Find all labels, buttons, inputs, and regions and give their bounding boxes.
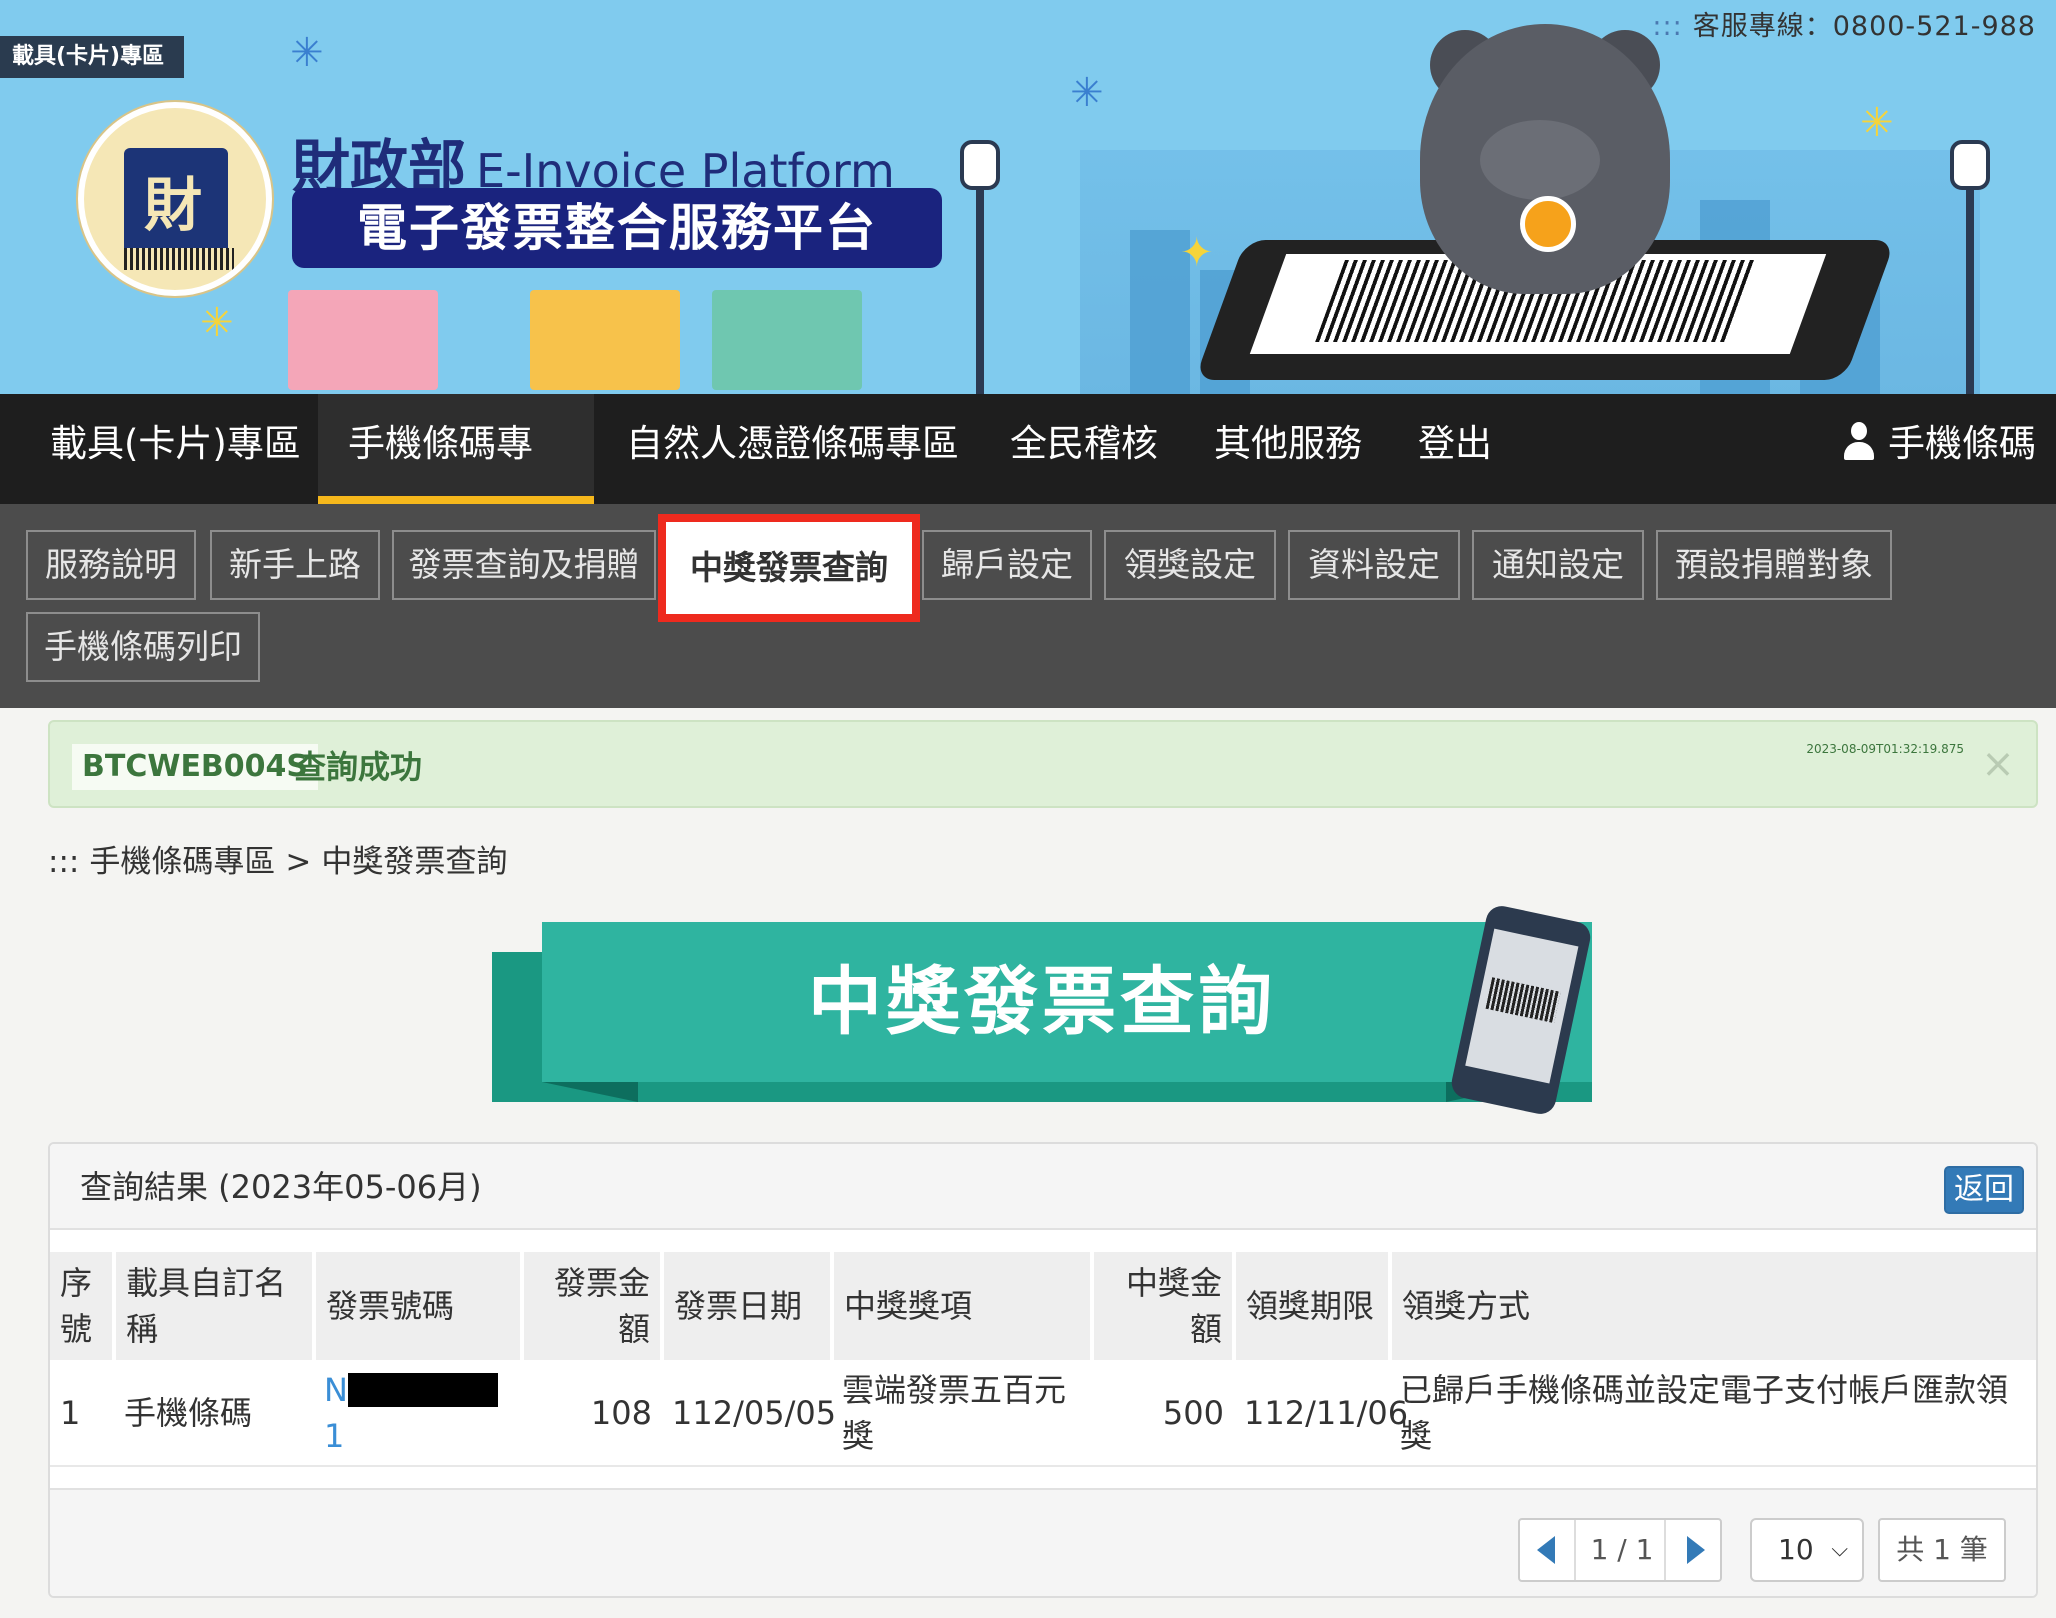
- user-icon: [1842, 422, 1876, 460]
- firework-icon: ✳: [200, 300, 234, 346]
- result-panel: 查詢結果 (2023年05-06月) 返回 序號 載具自訂名稱 發票號碼 發票金…: [48, 1142, 2038, 1598]
- carrier-zone-tag[interactable]: 載具(卡片)專區: [0, 36, 184, 78]
- nav-audit[interactable]: 全民稽核: [980, 394, 1188, 504]
- tab-getting-started[interactable]: 新手上路: [210, 530, 380, 600]
- page-size-select[interactable]: 10 ⌵: [1750, 1518, 1864, 1582]
- total-count: 共 1 筆: [1878, 1518, 2006, 1582]
- cell-deadline: 112/11/06: [1234, 1360, 1408, 1467]
- alert-timestamp: 2023-08-09T01:32:19.875: [1806, 742, 1964, 756]
- alert-message: 查詢成功: [294, 748, 423, 786]
- prev-page-icon[interactable]: [1520, 1520, 1576, 1580]
- nav-citizen-cert[interactable]: 自然人憑證條碼專區: [596, 394, 989, 504]
- table-row: 1 手機條碼 N1 108 112/05/05 雲端發票五百元獎 500 112…: [50, 1360, 2036, 1467]
- street-lamp-head: [960, 140, 1000, 190]
- breadcrumb-current: 中獎發票查詢: [321, 844, 508, 880]
- user-label: 手機條碼: [1888, 422, 2036, 465]
- table-header-row: 序號 載具自訂名稱 發票號碼 發票金額 發票日期 中獎獎項 中獎金額 領獎期限 …: [50, 1252, 2036, 1360]
- firework-icon: ✦: [1180, 230, 1214, 276]
- cell-invoice-date: 112/05/05: [662, 1360, 836, 1467]
- col-invoice-amount: 發票金額: [522, 1252, 664, 1360]
- nav-mobile-barcode[interactable]: 手機條碼專區: [318, 394, 594, 565]
- tab-data-settings[interactable]: 資料設定: [1288, 530, 1460, 600]
- ministry-logo[interactable]: 財: [78, 102, 272, 296]
- bear-face: [1480, 120, 1600, 200]
- hotline: ::: 客服專線：0800-521-988: [1652, 4, 2036, 43]
- col-deadline: 領獎期限: [1234, 1252, 1392, 1360]
- ribbon-fold: [542, 1082, 638, 1102]
- col-prize: 中獎獎項: [832, 1252, 1094, 1360]
- logo-barcode: [124, 248, 234, 270]
- breadcrumb-separator: >: [285, 844, 312, 880]
- firework-icon: ✳: [1860, 100, 1894, 146]
- header-banner: ✳ ✳ ✳ ✳ ✦ 載具(卡片)專區 ::: 客服專線：0800-521-988 …: [0, 0, 2056, 394]
- page-size-value: 10: [1778, 1533, 1814, 1566]
- col-seq: 序號: [50, 1252, 116, 1360]
- user-menu[interactable]: 手機條碼: [1842, 394, 2036, 494]
- hotline-prefix: :::: [1652, 11, 1683, 42]
- street-lamp-head: [1950, 140, 1990, 190]
- page-title: 中獎發票查詢: [808, 959, 1276, 1045]
- result-table: 序號 載具自訂名稱 發票號碼 發票金額 發票日期 中獎獎項 中獎金額 領獎期限 …: [50, 1252, 2036, 1467]
- tab-notify-settings[interactable]: 通知設定: [1472, 530, 1644, 600]
- breadcrumb-parent[interactable]: 手機條碼專區: [89, 844, 275, 880]
- tab-prize-settings[interactable]: 領獎設定: [1104, 530, 1276, 600]
- invoice-link-suffix[interactable]: 1: [324, 1417, 344, 1455]
- medal-icon: [1520, 196, 1576, 252]
- cell-prize: 雲端發票五百元獎: [832, 1360, 1092, 1467]
- cell-invoice-amount: 108: [522, 1360, 662, 1467]
- panel-header: 查詢結果 (2023年05-06月) 返回: [50, 1144, 2036, 1230]
- breadcrumb: ::: 手機條碼專區 > 中獎發票查詢: [48, 836, 517, 881]
- cell-invoice-number[interactable]: N1: [314, 1360, 522, 1467]
- shop-green: [712, 290, 862, 390]
- hotline-text: 客服專線：0800-521-988: [1692, 11, 2036, 42]
- success-alert: BTCWEB004S 查詢成功 2023-08-09T01:32:19.875 …: [48, 720, 2038, 808]
- tab-default-donee[interactable]: 預設捐贈對象: [1656, 530, 1892, 600]
- main-nav: 載具(卡片)專區 手機條碼專區 自然人憑證條碼專區 全民稽核 其他服務 登出 手…: [0, 394, 2056, 565]
- redacted-block: [347, 1372, 498, 1407]
- chevron-down-icon: ⌵: [1831, 1537, 1848, 1562]
- result-title: 查詢結果 (2023年05-06月): [80, 1168, 482, 1206]
- firework-icon: ✳: [1070, 70, 1104, 116]
- breadcrumb-prefix: :::: [48, 844, 80, 880]
- site-subtitle: 電子發票整合服務平台: [292, 188, 942, 268]
- logo-char: 財: [144, 171, 203, 239]
- col-invoice-number: 發票號碼: [314, 1252, 524, 1360]
- cell-carrier-name: 手機條碼: [114, 1360, 314, 1467]
- col-carrier-name: 載具自訂名稱: [114, 1252, 316, 1360]
- tab-winning-invoice-query[interactable]: 中獎發票查詢: [658, 514, 920, 622]
- nav-carrier-card[interactable]: 載具(卡片)專區: [20, 394, 331, 504]
- col-claim-method: 領獎方式: [1390, 1252, 2036, 1360]
- nav-logout[interactable]: 登出: [1388, 394, 1522, 504]
- tab-account-binding[interactable]: 歸戶設定: [922, 530, 1092, 600]
- sub-nav: 服務說明 新手上路 發票查詢及捐贈 中獎發票查詢 歸戶設定 領獎設定 資料設定 …: [0, 504, 2056, 708]
- tab-service-intro[interactable]: 服務說明: [26, 530, 196, 600]
- cell-seq: 1: [50, 1360, 114, 1467]
- shop-yellow: [530, 290, 680, 390]
- cell-claim-method: 已歸戶手機條碼並設定電子支付帳戶匯款領獎: [1390, 1360, 2036, 1467]
- back-button[interactable]: 返回: [1944, 1166, 2024, 1214]
- next-page-icon[interactable]: [1664, 1520, 1720, 1580]
- col-prize-amount: 中獎金額: [1092, 1252, 1236, 1360]
- tab-barcode-print[interactable]: 手機條碼列印: [26, 612, 260, 682]
- tab-invoice-query-donate[interactable]: 發票查詢及捐贈: [392, 530, 656, 600]
- pagination: 1 / 1: [1518, 1518, 1722, 1582]
- col-invoice-date: 發票日期: [662, 1252, 834, 1360]
- close-icon[interactable]: ×: [1978, 744, 2018, 784]
- firework-icon: ✳: [290, 30, 324, 76]
- panel-footer: 1 / 1 10 ⌵ 共 1 筆: [50, 1488, 2036, 1596]
- invoice-link-prefix[interactable]: N: [324, 1371, 348, 1409]
- shop-pink: [288, 290, 438, 390]
- alert-code: BTCWEB004S: [72, 744, 319, 790]
- page-indicator: 1 / 1: [1590, 1533, 1654, 1566]
- cell-prize-amount: 500: [1092, 1360, 1234, 1467]
- nav-other-services[interactable]: 其他服務: [1184, 394, 1392, 504]
